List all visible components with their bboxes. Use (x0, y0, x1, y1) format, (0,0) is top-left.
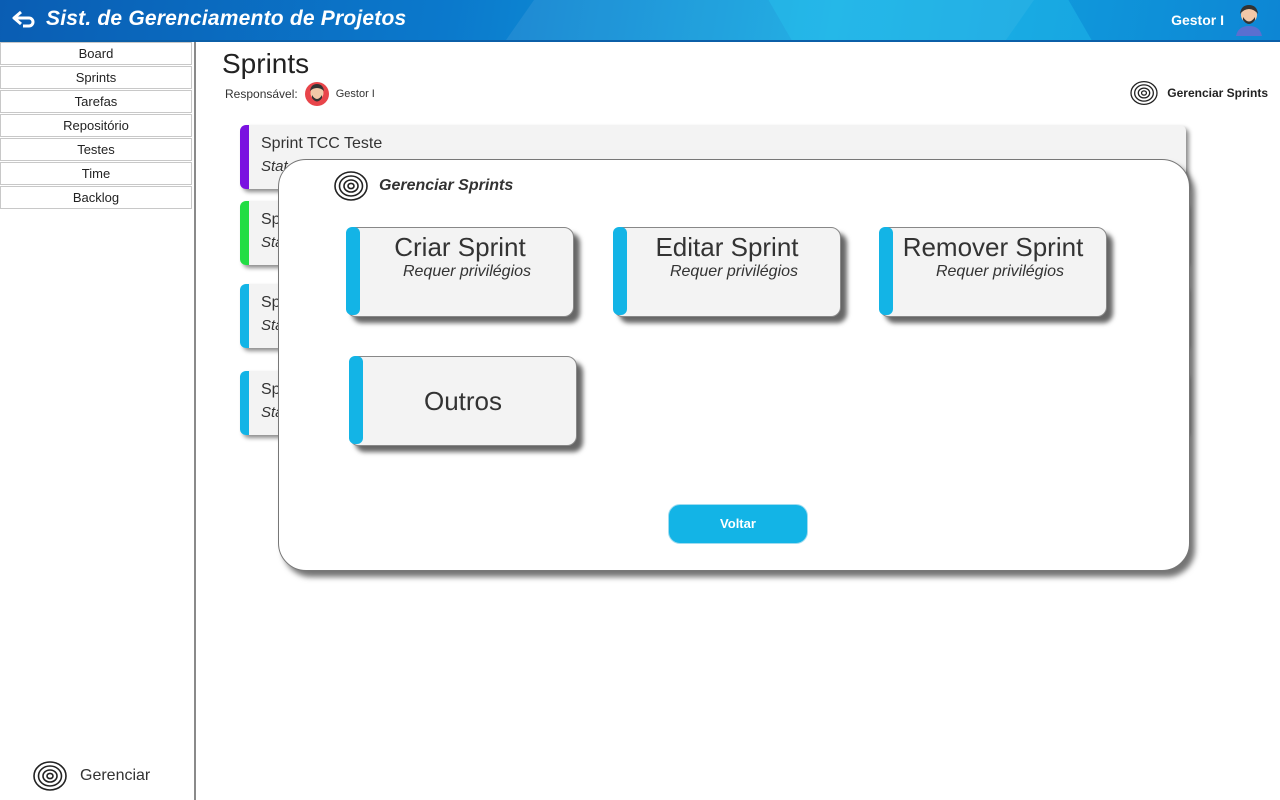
create-sprint-button[interactable]: Criar Sprint Requer privilégios (346, 227, 574, 317)
target-icon (334, 171, 368, 201)
target-icon (33, 761, 67, 791)
responsible-label: Responsável: (225, 87, 298, 101)
responsible-name: Gestor I (335, 88, 375, 100)
sidebar-item-backlog[interactable]: Backlog (0, 186, 192, 209)
sprint-color-bar (240, 371, 249, 435)
sidebar-item-board[interactable]: Board (0, 42, 192, 65)
top-bar: Sist. de Gerenciamento de Projetos Gesto… (0, 0, 1280, 40)
sidebar-manage-label: Gerenciar (80, 767, 151, 784)
modal-title: Gerenciar Sprints (379, 177, 514, 194)
app-title: Sist. de Gerenciamento de Projetos (46, 7, 407, 30)
option-sublabel: Requer privilégios (402, 263, 532, 280)
option-label: Remover Sprint (902, 232, 1084, 262)
target-icon (1130, 80, 1158, 106)
remove-sprint-button[interactable]: Remover Sprint Requer privilégios (879, 227, 1107, 317)
manage-sprints-label: Gerenciar Sprints (1167, 86, 1268, 100)
manage-sprints-link[interactable]: Gerenciar Sprints (1129, 80, 1268, 106)
sidebar-item-testes[interactable]: Testes (0, 138, 192, 161)
others-button[interactable]: Outros (349, 356, 577, 446)
user-name[interactable]: Gestor I (1171, 12, 1224, 28)
sidebar-item-time[interactable]: Time (0, 162, 192, 185)
option-sublabel: Requer privilégios (935, 263, 1065, 280)
sidebar-item-tarefas[interactable]: Tarefas (0, 90, 192, 113)
sidebar-item-repositorio[interactable]: Repositório (0, 114, 192, 137)
sprint-color-bar (240, 125, 249, 189)
sprint-color-bar (240, 284, 249, 348)
option-label: Editar Sprint (655, 232, 799, 262)
page-title: Sprints (222, 48, 310, 79)
sidebar-manage-button[interactable]: Gerenciar (32, 760, 150, 792)
back-arrow-icon[interactable] (12, 9, 36, 29)
edit-sprint-button[interactable]: Editar Sprint Requer privilégios (613, 227, 841, 317)
user-avatar-icon[interactable] (1232, 2, 1266, 36)
sprint-color-bar (240, 201, 249, 265)
option-sublabel: Requer privilégios (669, 263, 799, 280)
option-label: Outros (423, 386, 503, 416)
option-label: Criar Sprint (394, 232, 526, 262)
sidebar-item-sprints[interactable]: Sprints (0, 66, 192, 89)
sidebar: Board Sprints Tarefas Repositório Testes… (0, 42, 196, 800)
header-decoration (762, 0, 1098, 40)
modal-header: Gerenciar Sprints (333, 170, 513, 202)
responsible-avatar-icon (304, 82, 329, 106)
sprint-name: Sprint TCC Teste (261, 135, 383, 152)
manage-sprints-modal: Gerenciar Sprints Criar Sprint Requer pr… (278, 159, 1190, 571)
back-button[interactable]: Voltar (668, 504, 808, 544)
responsible-row: Responsável: Gestor I (225, 82, 375, 106)
